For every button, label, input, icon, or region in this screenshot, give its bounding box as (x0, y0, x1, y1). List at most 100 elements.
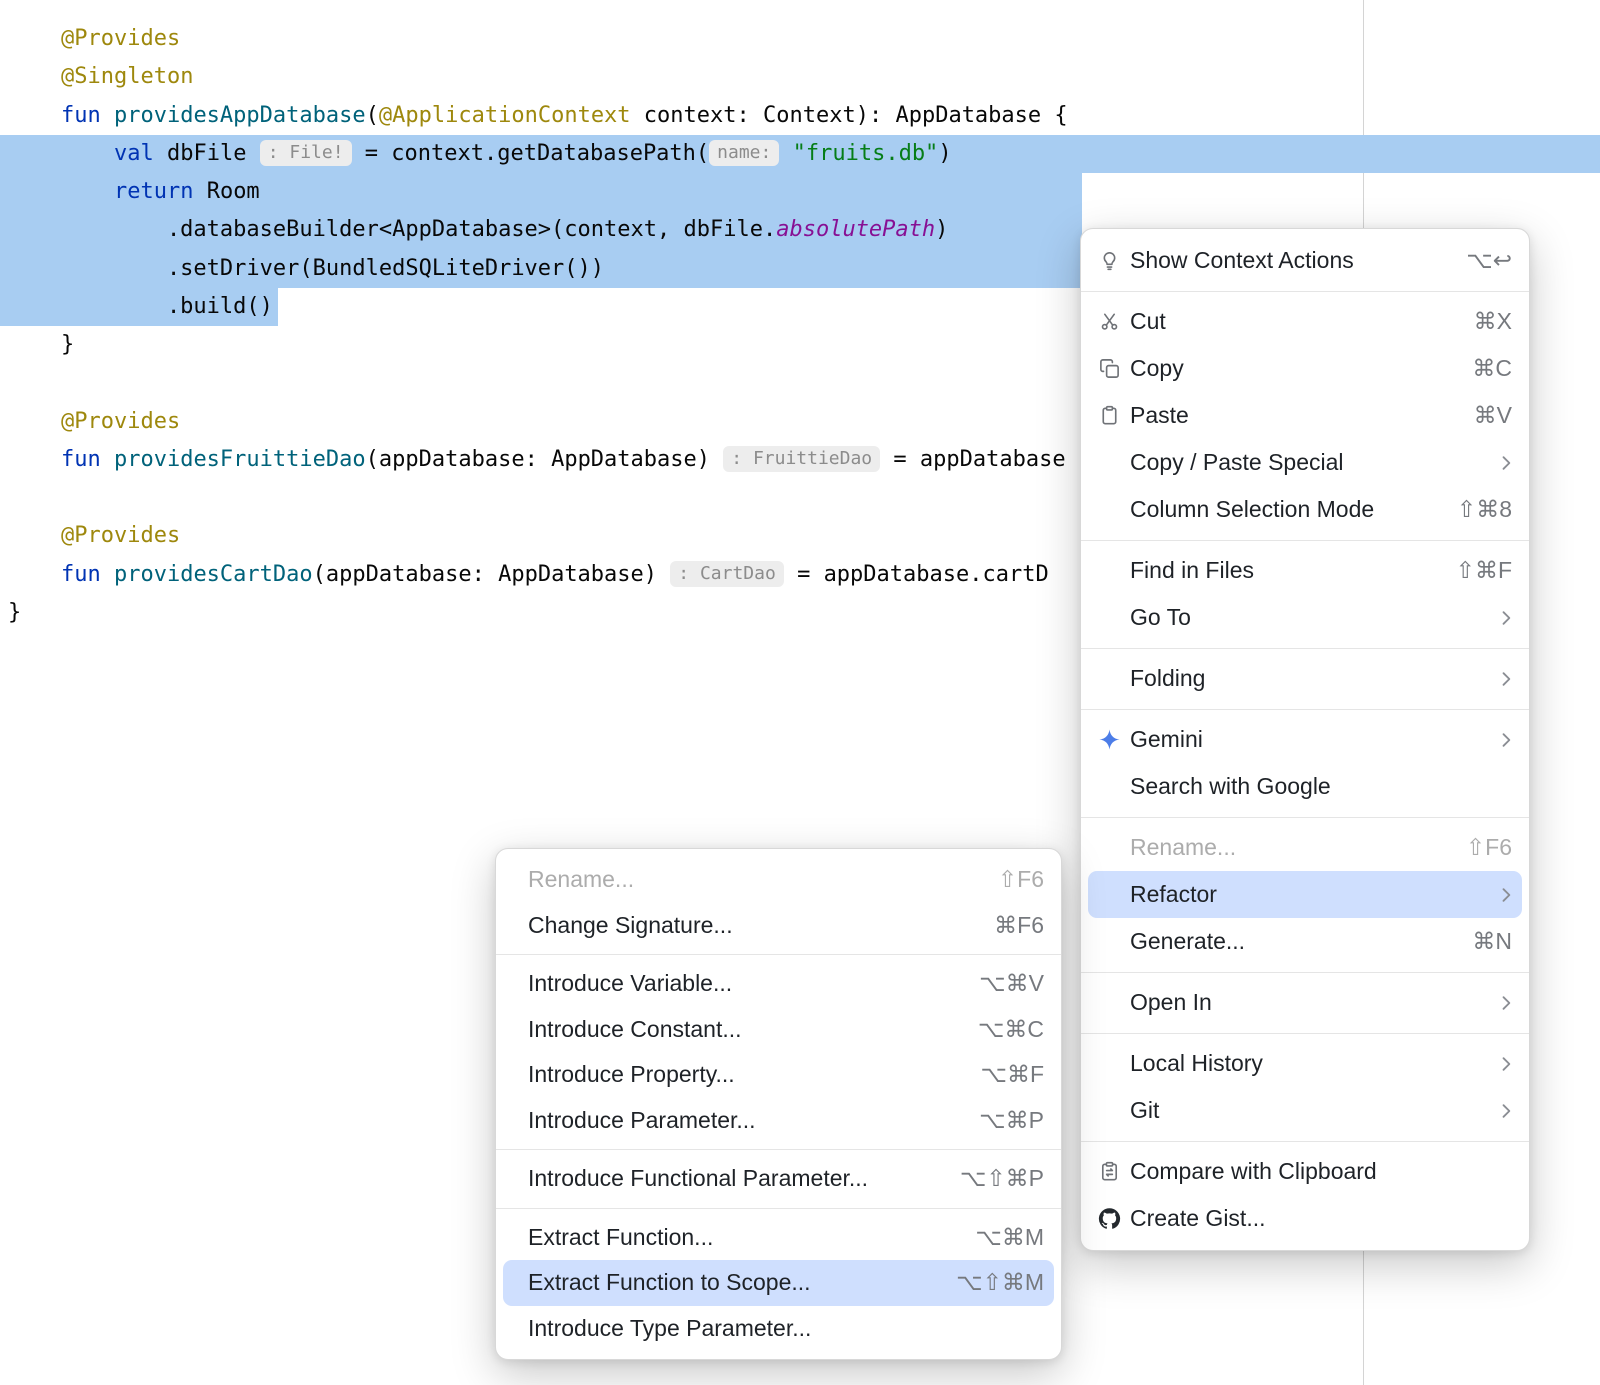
menu-separator (1081, 709, 1529, 710)
inlay-hint[interactable]: : File! (260, 140, 352, 166)
menu-item-label: Cut (1130, 308, 1462, 335)
menu-item-extract-function[interactable]: Extract Function...⌥⌘M (503, 1215, 1054, 1261)
code-token: context: Context): AppDatabase { (631, 103, 1068, 128)
menu-item-create-gist[interactable]: Create Gist... (1088, 1195, 1522, 1242)
code-token: @Provides (61, 523, 180, 548)
menu-shortcut: ⇧F6 (998, 866, 1044, 893)
inlay-hint[interactable]: : FruittieDao (723, 446, 880, 472)
menu-shortcut: ⌥⇧⌘M (956, 1269, 1044, 1296)
menu-item-rename[interactable]: Rename...⇧F6 (1088, 824, 1522, 871)
inlay-hint[interactable]: : CartDao (670, 561, 784, 587)
menu-shortcut: ⌥↩ (1466, 247, 1512, 274)
code-token: .setDriver(BundledSQLiteDriver()) (8, 256, 604, 281)
menu-item-generate[interactable]: Generate...⌘N (1088, 918, 1522, 965)
menu-item-compare-with-clipboard[interactable]: Compare with Clipboard (1088, 1148, 1522, 1195)
code-token: (appDatabase: AppDatabase) (366, 447, 724, 472)
menu-item-label: Git (1130, 1097, 1496, 1124)
menu-item-refactor[interactable]: Refactor (1088, 871, 1522, 918)
menu-item-label: Paste (1130, 402, 1462, 429)
menu-item-git[interactable]: Git (1088, 1087, 1522, 1134)
menu-item-label: Introduce Variable... (528, 970, 967, 997)
menu-separator (1081, 648, 1529, 649)
menu-item-paste[interactable]: Paste ⌘V (1088, 392, 1522, 439)
code-token (8, 409, 61, 434)
chevron-right-icon (1496, 1054, 1516, 1074)
menu-item-label: Column Selection Mode (1130, 496, 1445, 523)
menu-item-introduce-functional-parameter[interactable]: Introduce Functional Parameter...⌥⇧⌘P (503, 1156, 1054, 1202)
menu-item-label: Find in Files (1130, 557, 1444, 584)
menu-item-column-selection-mode[interactable]: Column Selection Mode⇧⌘8 (1088, 486, 1522, 533)
menu-shortcut: ⌘C (1472, 355, 1512, 382)
menu-item-open-in[interactable]: Open In (1088, 979, 1522, 1026)
code-token: @Provides (61, 26, 180, 51)
code-token: val (114, 141, 154, 166)
menu-item-label: Rename... (528, 866, 986, 893)
code-token: return (114, 179, 193, 204)
code-token: fun (61, 447, 114, 472)
menu-shortcut: ⌘X (1474, 308, 1512, 335)
menu-item-show-context-actions[interactable]: Show Context Actions ⌥↩ (1088, 237, 1522, 284)
menu-item-local-history[interactable]: Local History (1088, 1040, 1522, 1087)
menu-shortcut: ⌥⌘F (980, 1061, 1044, 1088)
menu-item-go-to[interactable]: Go To (1088, 594, 1522, 641)
menu-shortcut: ⌥⌘V (979, 970, 1044, 997)
menu-item-extract-function-to-scope[interactable]: Extract Function to Scope...⌥⇧⌘M (503, 1260, 1054, 1306)
menu-shortcut: ⌥⌘P (979, 1107, 1044, 1134)
menu-shortcut: ⌥⇧⌘P (960, 1165, 1044, 1192)
menu-shortcut: ⌘F6 (994, 912, 1044, 939)
menu-item-introduce-constant[interactable]: Introduce Constant... ⌥⌘C (503, 1007, 1054, 1053)
code-token: @Provides (61, 409, 180, 434)
code-line[interactable]: @Singleton (0, 58, 1600, 96)
code-token: ) (938, 141, 951, 166)
menu-item-label: Compare with Clipboard (1130, 1158, 1512, 1185)
code-line[interactable]: val dbFile : File! = context.getDatabase… (0, 135, 1600, 173)
code-token: fun (61, 103, 114, 128)
menu-item-search-with-google[interactable]: Search with Google (1088, 763, 1522, 810)
inlay-hint[interactable]: name: (709, 140, 779, 166)
menu-item-rename[interactable]: Rename... ⇧F6 (503, 857, 1054, 903)
code-line[interactable]: @Provides (0, 20, 1600, 58)
menu-item-copy-paste-special[interactable]: Copy / Paste Special (1088, 439, 1522, 486)
menu-shortcut: ⌥⌘C (978, 1016, 1044, 1043)
menu-shortcut: ⇧⌘F (1456, 557, 1512, 584)
menu-separator (1081, 291, 1529, 292)
menu-item-introduce-parameter[interactable]: Introduce Parameter...⌥⌘P (503, 1098, 1054, 1144)
code-token: providesAppDatabase (114, 103, 366, 128)
code-line[interactable]: return Room (0, 173, 1600, 211)
code-token: = context.getDatabasePath( (352, 141, 710, 166)
chevron-right-icon (1496, 608, 1516, 628)
code-token: dbFile (154, 141, 260, 166)
code-token: providesCartDao (114, 562, 313, 587)
code-token: } (8, 600, 21, 625)
menu-item-change-signature[interactable]: Change Signature...⌘F6 (503, 903, 1054, 949)
code-line[interactable]: fun providesAppDatabase(@ApplicationCont… (0, 97, 1600, 135)
menu-item-gemini[interactable]: Gemini (1088, 716, 1522, 763)
code-token: = appDatabase.cartD (784, 562, 1049, 587)
code-token: = appDatabase (880, 447, 1065, 472)
menu-item-label: Copy (1130, 355, 1460, 382)
code-token (8, 179, 114, 204)
menu-item-label: Show Context Actions (1130, 247, 1454, 274)
menu-item-find-in-files[interactable]: Find in Files ⇧⌘F (1088, 547, 1522, 594)
menu-item-cut[interactable]: Cut ⌘X (1088, 298, 1522, 345)
menu-item-folding[interactable]: Folding (1088, 655, 1522, 702)
chevron-right-icon (1496, 1101, 1516, 1121)
menu-item-introduce-property[interactable]: Introduce Property...⌥⌘F (503, 1052, 1054, 1098)
menu-separator (1081, 1033, 1529, 1034)
code-token: providesFruittieDao (114, 447, 366, 472)
menu-item-label: Copy / Paste Special (1130, 449, 1496, 476)
menu-item-label: Introduce Constant... (528, 1016, 966, 1043)
lightbulb-icon (1098, 249, 1130, 272)
menu-item-label: Local History (1130, 1050, 1496, 1077)
menu-shortcut: ⌘N (1472, 928, 1512, 955)
code-token: .build() (8, 294, 273, 319)
code-token (8, 562, 61, 587)
menu-shortcut: ⌘V (1474, 402, 1512, 429)
editor-context-menu: Show Context Actions ⌥↩ Cut ⌘X Copy ⌘C Paste ⌘V… (1080, 228, 1530, 1251)
menu-separator (496, 1208, 1061, 1209)
menu-item-introduce-variable[interactable]: Introduce Variable... ⌥⌘V (503, 961, 1054, 1007)
code-token: @ApplicationContext (379, 103, 631, 128)
menu-item-copy[interactable]: Copy ⌘C (1088, 345, 1522, 392)
code-token: } (8, 332, 74, 357)
menu-item-introduce-type-parameter[interactable]: Introduce Type Parameter... (503, 1306, 1054, 1352)
